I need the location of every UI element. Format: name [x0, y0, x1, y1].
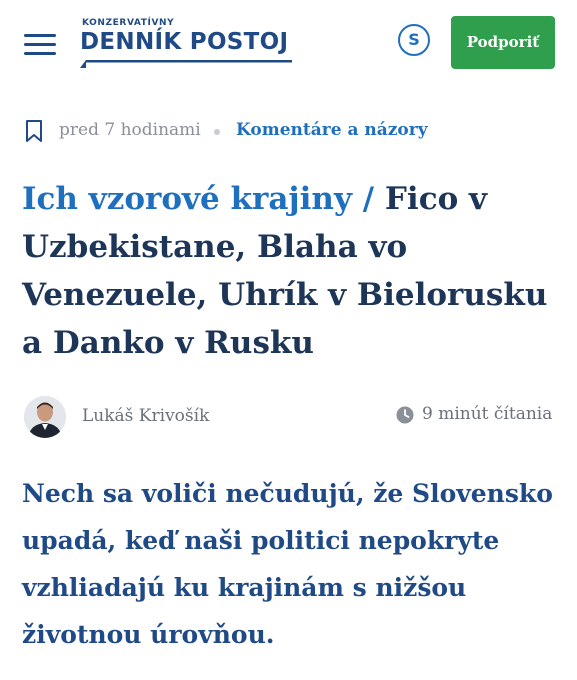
site-logo[interactable]: KONZERVATÍVNY DENNÍK POSTOJ: [78, 18, 308, 70]
article-lead: Nech sa voliči nečudujú, že Slovensko up…: [22, 479, 553, 649]
s-icon[interactable]: S: [398, 24, 430, 56]
avatar-photo-icon: [24, 396, 66, 438]
clock-icon: [396, 406, 414, 424]
category-link[interactable]: Komentáre a názory: [236, 120, 428, 140]
author-avatar[interactable]: [24, 396, 66, 438]
article-title: Ich vzorové krajiny / Fico v Uzbekistane…: [22, 175, 562, 367]
support-button[interactable]: Podporiť: [451, 16, 555, 69]
publish-time: pred 7 hodinami: [59, 120, 201, 140]
article-kicker: Ich vzorové krajiny /: [22, 181, 375, 217]
author-name[interactable]: Lukáš Krivošík: [82, 406, 209, 426]
separator-dot: [214, 129, 220, 135]
menu-icon[interactable]: [24, 30, 56, 58]
logo-swoosh-icon: [80, 60, 292, 68]
author-row: Lukáš Krivošík 9 minút čítania: [24, 396, 554, 442]
read-time: 9 minút čítania: [422, 404, 553, 424]
logo-wordmark: DENNÍK POSTOJ: [80, 29, 289, 55]
site-header: KONZERVATÍVNY DENNÍK POSTOJ S Podporiť: [0, 0, 577, 100]
bookmark-icon[interactable]: [25, 119, 43, 143]
logo-tagline: KONZERVATÍVNY: [82, 18, 175, 28]
article-meta: pred 7 hodinami Komentáre a názory: [22, 117, 562, 145]
